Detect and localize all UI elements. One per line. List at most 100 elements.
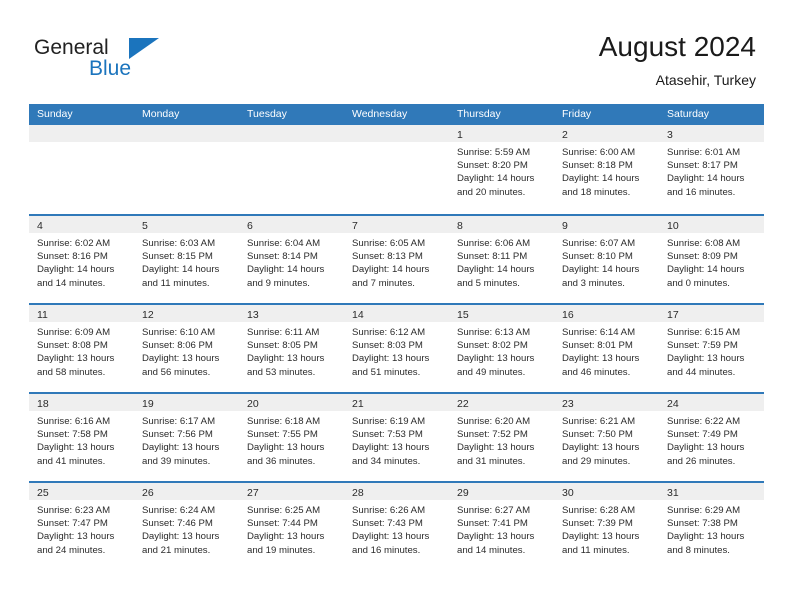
weekday-header-row: Sunday Monday Tuesday Wednesday Thursday Frid… [29, 104, 764, 125]
calendar-day-cell[interactable]: 25 Sunrise: 6:23 AM Sunset: 7:47 PM Dayligh… [29, 483, 134, 570]
day-detail-line: Daylight: 13 hours [667, 442, 745, 454]
day-details [29, 142, 134, 146]
day-details: Sunrise: 6:25 AM Sunset: 7:44 PM Daylight:… [239, 500, 344, 557]
day-number-band: 6 [239, 216, 344, 233]
day-detail-line: Daylight: 13 hours [457, 353, 535, 365]
day-detail-line: Sunrise: 6:23 AM [37, 505, 111, 516]
calendar-day-cell[interactable]: 23 Sunrise: 6:21 AM Sunset: 7:50 PM Dayligh… [554, 394, 659, 481]
brand-name-secondary: Blue [89, 57, 132, 80]
day-details [344, 142, 449, 146]
page-header: General Blue August 2024 Atasehir, Turke… [0, 0, 792, 100]
calendar-day-cell[interactable]: 11 Sunrise: 6:09 AM Sunset: 8:08 PM Dayligh… [29, 305, 134, 392]
day-detail-line: Daylight: 13 hours [352, 442, 430, 454]
day-details: Sunrise: 6:24 AM Sunset: 7:46 PM Daylight:… [134, 500, 239, 557]
calendar-day-cell[interactable]: 28 Sunrise: 6:26 AM Sunset: 7:43 PM Dayligh… [344, 483, 449, 570]
day-detail-line: Daylight: 13 hours [457, 442, 535, 454]
calendar-day-cell[interactable]: 4 Sunrise: 6:02 AM Sunset: 8:16 PM Daylight… [29, 216, 134, 303]
day-detail-line: Sunset: 8:14 PM [247, 251, 318, 263]
day-detail-line: and 36 minutes. [247, 455, 316, 467]
day-detail-line: Daylight: 13 hours [37, 353, 115, 365]
day-number: 21 [352, 398, 364, 410]
brand-logo[interactable]: General Blue [34, 36, 224, 88]
day-number: 25 [37, 487, 49, 499]
day-number-band: 19 [134, 394, 239, 411]
calendar-day-cell[interactable]: 24 Sunrise: 6:22 AM Sunset: 7:49 PM Dayligh… [659, 394, 764, 481]
day-number [134, 129, 142, 141]
day-detail-line: Daylight: 13 hours [562, 353, 640, 365]
day-detail-line: Sunrise: 5:59 AM [457, 147, 531, 158]
day-number-band: 25 [29, 483, 134, 500]
day-number-band: 23 [554, 394, 659, 411]
calendar-day-cell[interactable]: 15 Sunrise: 6:13 AM Sunset: 8:02 PM Dayligh… [449, 305, 554, 392]
calendar-day-cell[interactable]: 1 Sunrise: 5:59 AM Sunset: 8:20 PM Daylight… [449, 125, 554, 214]
day-detail-line: Sunset: 7:53 PM [352, 429, 423, 441]
day-number-band: 17 [659, 305, 764, 322]
calendar-day-cell[interactable]: 22 Sunrise: 6:20 AM Sunset: 7:52 PM Dayligh… [449, 394, 554, 481]
calendar-day-cell[interactable]: 10 Sunrise: 6:08 AM Sunset: 8:09 PM Dayligh… [659, 216, 764, 303]
day-number-band: 5 [134, 216, 239, 233]
calendar-day-cell[interactable]: 7 Sunrise: 6:05 AM Sunset: 8:13 PM Daylight… [344, 216, 449, 303]
calendar-day-cell[interactable]: 13 Sunrise: 6:11 AM Sunset: 8:05 PM Dayligh… [239, 305, 344, 392]
day-number [29, 129, 37, 141]
day-number-band: 30 [554, 483, 659, 500]
day-detail-line: Daylight: 14 hours [457, 264, 535, 276]
calendar-day-cell[interactable]: 5 Sunrise: 6:03 AM Sunset: 8:15 PM Daylight… [134, 216, 239, 303]
day-number: 14 [352, 309, 364, 321]
day-detail-line: Daylight: 13 hours [247, 353, 325, 365]
calendar-day-cell[interactable]: 8 Sunrise: 6:06 AM Sunset: 8:11 PM Daylight… [449, 216, 554, 303]
day-number [239, 129, 247, 141]
calendar-day-cell[interactable]: 29 Sunrise: 6:27 AM Sunset: 7:41 PM Dayligh… [449, 483, 554, 570]
day-details: Sunrise: 6:00 AM Sunset: 8:18 PM Daylight:… [554, 142, 659, 199]
day-detail-line: Sunset: 7:46 PM [142, 518, 213, 530]
calendar-day-cell[interactable]: 9 Sunrise: 6:07 AM Sunset: 8:10 PM Daylight… [554, 216, 659, 303]
weekday-header-monday: Monday [142, 108, 180, 120]
day-number: 27 [247, 487, 259, 499]
day-detail-line: Sunrise: 6:03 AM [142, 238, 216, 249]
calendar-day-cell[interactable]: 12 Sunrise: 6:10 AM Sunset: 8:06 PM Dayligh… [134, 305, 239, 392]
day-details: Sunrise: 6:27 AM Sunset: 7:41 PM Daylight:… [449, 500, 554, 557]
calendar-day-cell[interactable]: 17 Sunrise: 6:15 AM Sunset: 7:59 PM Dayligh… [659, 305, 764, 392]
calendar-day-cell[interactable]: 30 Sunrise: 6:28 AM Sunset: 7:39 PM Dayligh… [554, 483, 659, 570]
calendar-day-cell[interactable]: 2 Sunrise: 6:00 AM Sunset: 8:18 PM Daylight… [554, 125, 659, 214]
day-detail-line: and 51 minutes. [352, 366, 421, 378]
day-detail-line: Daylight: 14 hours [667, 173, 745, 185]
day-detail-line: and 8 minutes. [667, 544, 730, 556]
calendar-day-cell[interactable]: 27 Sunrise: 6:25 AM Sunset: 7:44 PM Dayligh… [239, 483, 344, 570]
day-detail-line: and 56 minutes. [142, 366, 211, 378]
calendar-day-cell[interactable]: 3 Sunrise: 6:01 AM Sunset: 8:17 PM Daylight… [659, 125, 764, 214]
day-number-band: 9 [554, 216, 659, 233]
calendar-day-cell[interactable]: 18 Sunrise: 6:16 AM Sunset: 7:58 PM Dayligh… [29, 394, 134, 481]
day-number: 26 [142, 487, 154, 499]
calendar-day-cell[interactable]: 6 Sunrise: 6:04 AM Sunset: 8:14 PM Daylight… [239, 216, 344, 303]
day-detail-line: Sunrise: 6:20 AM [457, 416, 531, 427]
day-detail-line: and 11 minutes. [562, 544, 630, 556]
day-detail-line: Daylight: 14 hours [562, 264, 640, 276]
day-detail-line: and 31 minutes. [457, 455, 526, 467]
day-detail-line: Daylight: 13 hours [142, 353, 220, 365]
day-details: Sunrise: 6:19 AM Sunset: 7:53 PM Daylight:… [344, 411, 449, 468]
calendar-day-cell-empty [29, 125, 134, 214]
day-detail-line: Daylight: 14 hours [142, 264, 220, 276]
calendar-day-cell[interactable]: 19 Sunrise: 6:17 AM Sunset: 7:56 PM Dayligh… [134, 394, 239, 481]
calendar-day-cell[interactable]: 26 Sunrise: 6:24 AM Sunset: 7:46 PM Dayligh… [134, 483, 239, 570]
calendar-week-row: 25 Sunrise: 6:23 AM Sunset: 7:47 PM Dayligh… [29, 481, 764, 570]
calendar-day-cell-empty [239, 125, 344, 214]
day-detail-line: Sunset: 8:17 PM [667, 160, 738, 172]
calendar-day-cell[interactable]: 20 Sunrise: 6:18 AM Sunset: 7:55 PM Dayligh… [239, 394, 344, 481]
calendar-day-cell[interactable]: 31 Sunrise: 6:29 AM Sunset: 7:38 PM Dayligh… [659, 483, 764, 570]
day-detail-line: Sunset: 8:15 PM [142, 251, 213, 263]
day-detail-line: Sunset: 8:01 PM [562, 340, 633, 352]
day-number-band: 21 [344, 394, 449, 411]
calendar-day-cell[interactable]: 21 Sunrise: 6:19 AM Sunset: 7:53 PM Dayligh… [344, 394, 449, 481]
calendar-day-cell[interactable]: 16 Sunrise: 6:14 AM Sunset: 8:01 PM Dayligh… [554, 305, 659, 392]
day-detail-line: Sunset: 7:55 PM [247, 429, 318, 441]
day-detail-line: and 26 minutes. [667, 455, 736, 467]
day-detail-line: Daylight: 14 hours [457, 173, 535, 185]
day-detail-line: Daylight: 14 hours [37, 264, 115, 276]
day-detail-line: and 9 minutes. [247, 277, 310, 289]
weekday-header-saturday: Saturday [667, 108, 710, 120]
weekday-header-sunday: Sunday [37, 108, 73, 120]
day-detail-line: and 19 minutes. [247, 544, 316, 556]
calendar-day-cell[interactable]: 14 Sunrise: 6:12 AM Sunset: 8:03 PM Dayligh… [344, 305, 449, 392]
day-detail-line: and 39 minutes. [142, 455, 211, 467]
